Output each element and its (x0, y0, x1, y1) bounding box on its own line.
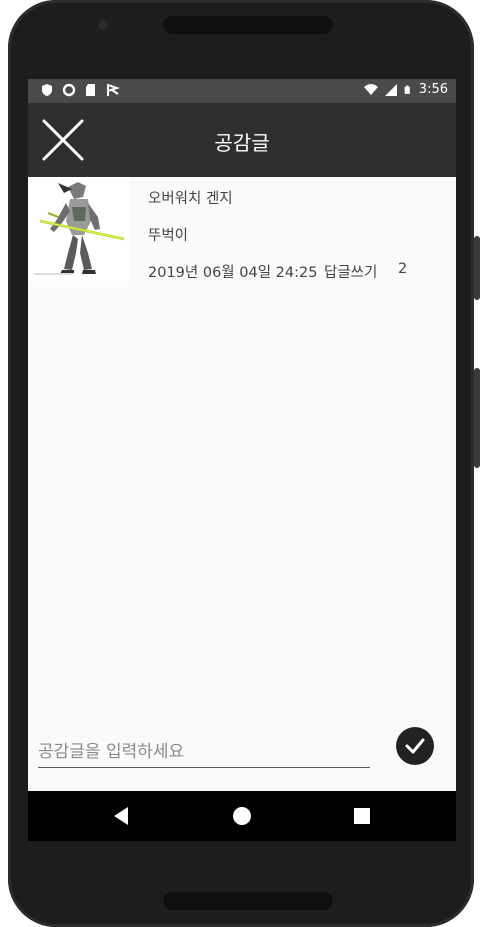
post-thumbnail[interactable] (28, 177, 129, 281)
app-bar: 공감글 (28, 103, 456, 177)
recents-icon (354, 808, 370, 824)
home-icon (233, 807, 251, 825)
submit-button[interactable] (396, 727, 434, 765)
signal-icon (384, 83, 397, 96)
post-author: 뚜벅이 (148, 228, 189, 244)
navigation-bar (28, 791, 456, 841)
device-frame: 3:56 공감글 오버워치 겐지 뚜벅이 2019년 06월 04일 24:25… (0, 0, 480, 927)
power-button (474, 368, 480, 468)
circle-icon (62, 83, 76, 97)
status-bar: 3:56 (28, 79, 456, 103)
wifi-icon (363, 83, 378, 95)
flag-icon (107, 84, 120, 96)
screen: 3:56 공감글 오버워치 겐지 뚜벅이 2019년 06월 04일 24:25… (28, 79, 456, 841)
battery-icon (404, 85, 410, 94)
page-title: 공감글 (214, 131, 270, 155)
status-time: 3:56 (418, 82, 448, 97)
post-list: 오버워치 겐지 뚜벅이 2019년 06월 04일 24:25 답글쓰기 2 (28, 177, 456, 285)
comment-input[interactable] (38, 737, 370, 768)
comment-bar (28, 719, 456, 779)
back-button[interactable] (92, 791, 152, 841)
back-icon (114, 807, 128, 825)
home-button[interactable] (212, 791, 272, 841)
post-title[interactable]: 오버워치 겐지 (148, 187, 233, 208)
volume-button (474, 236, 480, 300)
post-meta: 2019년 06월 04일 24:25 답글쓰기 2 (148, 261, 407, 282)
post-date: 2019년 06월 04일 24:25 (148, 265, 318, 281)
check-icon (405, 738, 425, 754)
shield-icon (42, 84, 52, 96)
sd-card-icon (86, 84, 95, 96)
bottom-speaker (163, 892, 333, 910)
earpiece-speaker (163, 16, 333, 34)
character-image (28, 177, 129, 281)
reply-button[interactable]: 답글쓰기 (324, 261, 398, 282)
list-item[interactable]: 오버워치 겐지 뚜벅이 2019년 06월 04일 24:25 답글쓰기 2 (28, 177, 456, 285)
reply-count: 2 (398, 261, 408, 277)
recents-button[interactable] (332, 791, 392, 841)
front-camera (98, 20, 108, 30)
